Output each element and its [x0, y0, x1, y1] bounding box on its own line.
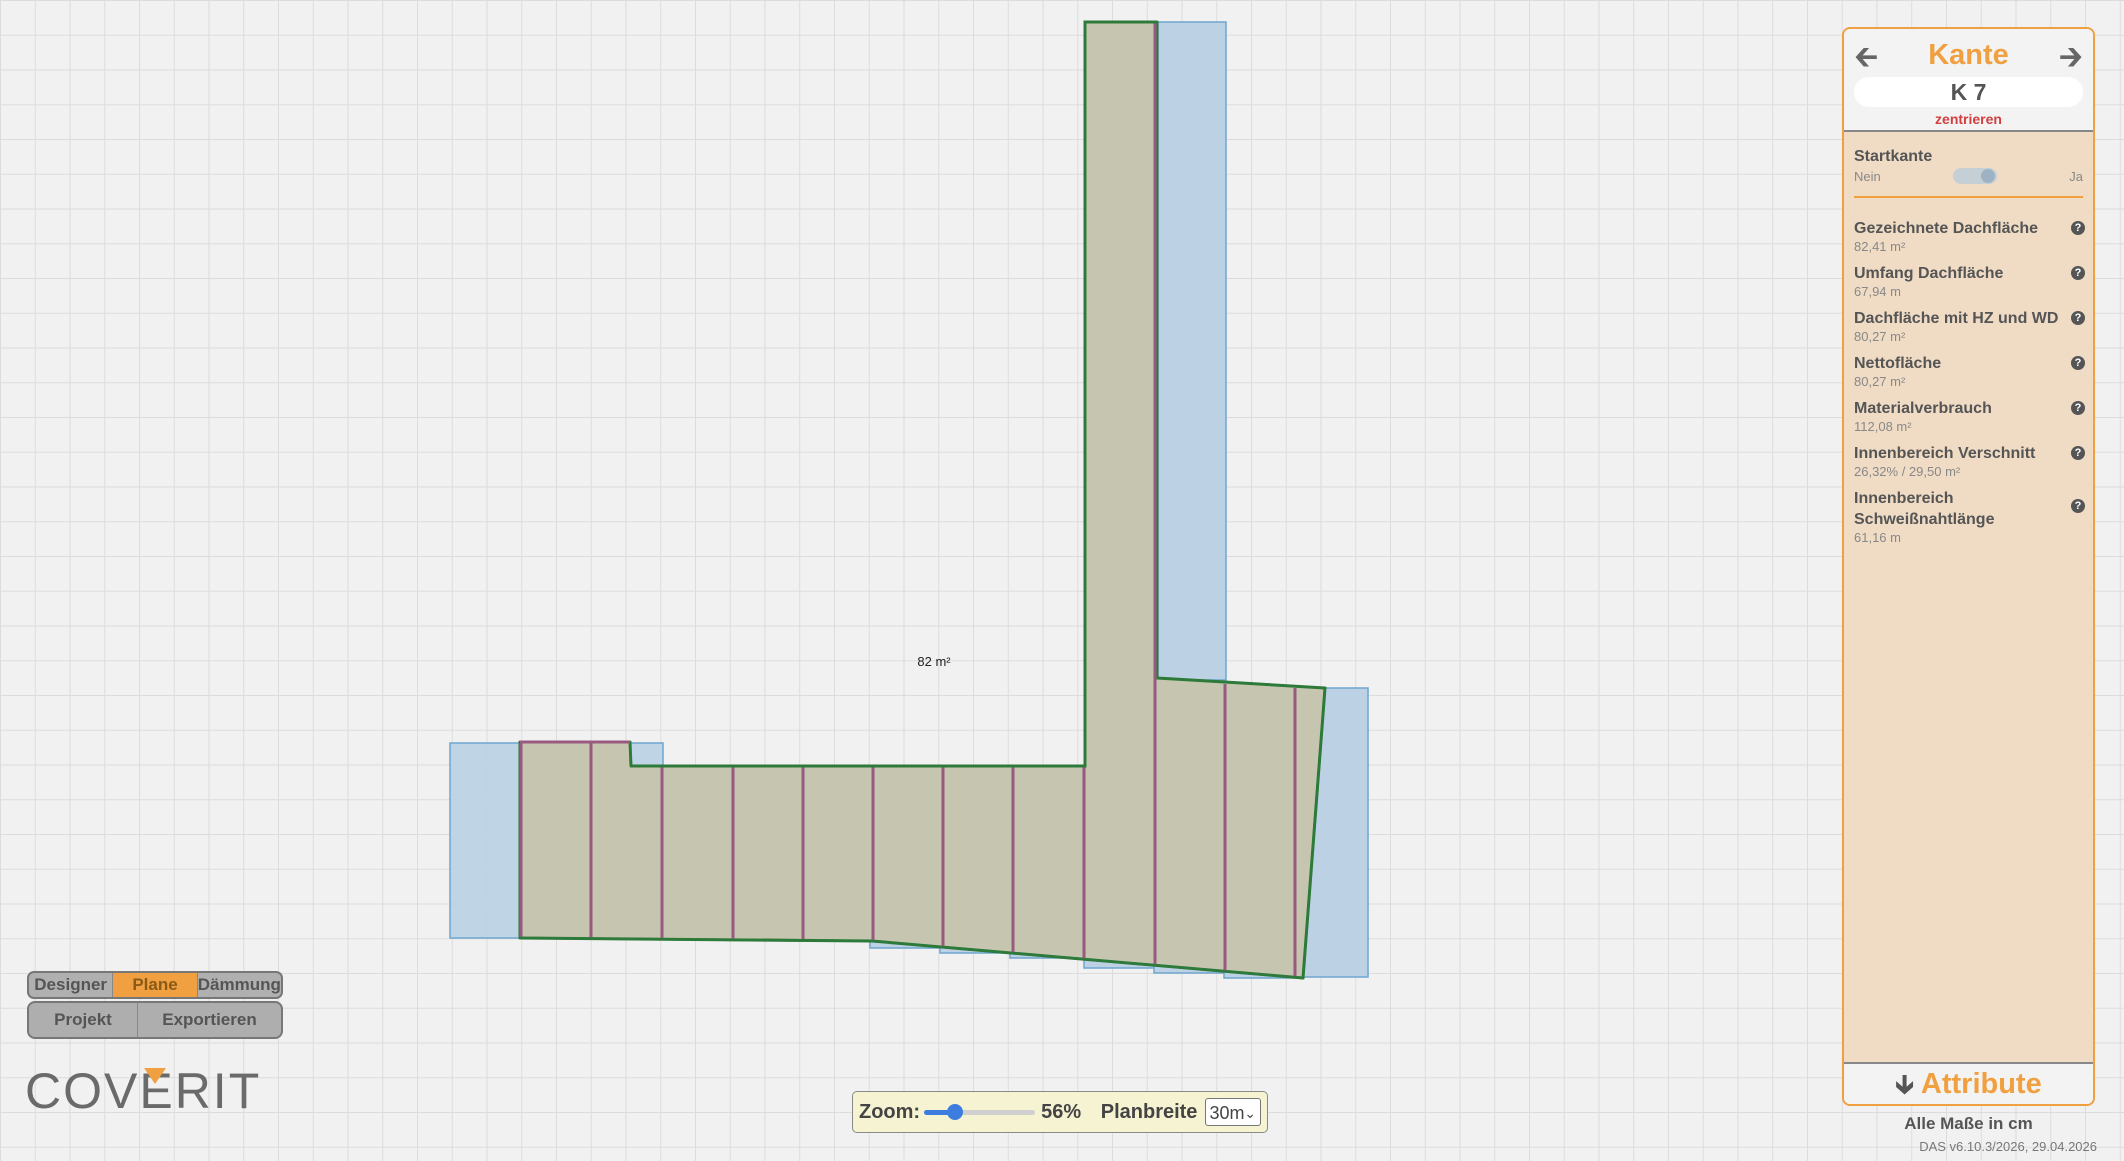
mode-daemmung-button[interactable]: Dämmung [198, 973, 281, 997]
stat-item: Nettofläche 80,27 m² ? [1844, 353, 2093, 390]
units-note: Alle Maße in cm [1904, 1114, 2033, 1133]
planbreite-value: 30m [1209, 1103, 1245, 1123]
zoom-slider-thumb[interactable] [947, 1104, 964, 1120]
help-icon[interactable]: ? [2071, 446, 2085, 460]
attribute-button[interactable]: 🡳 Attribute [1844, 1062, 2093, 1104]
exportieren-button[interactable]: Exportieren [138, 1003, 281, 1037]
divider [1854, 196, 2083, 198]
coverit-logo: COVERIT [25, 1063, 261, 1116]
startkante-off-label: Nein [1854, 168, 1881, 184]
panel-header: 🡰 Kante 🡲 K 7 zentrieren [1844, 29, 2093, 132]
projekt-button[interactable]: Projekt [29, 1003, 138, 1037]
version-text: DAS v6.10.3/2026, 29.04.2026 [1919, 1139, 2097, 1154]
zoom-label: Zoom: [859, 1100, 921, 1123]
stat-item: Innenbereich Verschnitt 26,32% / 29,50 m… [1844, 443, 2093, 480]
panel-title: Kante [1928, 39, 2009, 71]
zoom-value: 56% [1041, 1100, 1082, 1123]
help-icon[interactable]: ? [2071, 401, 2085, 415]
planbreite-select[interactable]: 30m ⌄ [1205, 1098, 1261, 1126]
startkante-label: Startkante [1854, 148, 1933, 165]
edge-id: K 7 [1854, 77, 2083, 107]
action-buttons: Projekt Exportieren [27, 1001, 283, 1039]
roof-edge[interactable] [631, 20, 1157, 768]
planbreite-label: Planbreite [1100, 1100, 1198, 1123]
roof-plan-canvas[interactable]: 82 m² [0, 0, 2124, 1161]
help-icon[interactable]: ? [2071, 356, 2085, 370]
edge-panel: 🡰 Kante 🡲 K 7 zentrieren Startkante Nein… [1842, 27, 2095, 1106]
help-icon[interactable]: ? [2071, 266, 2085, 280]
mode-designer-button[interactable]: Designer [29, 973, 114, 997]
center-link[interactable]: zentrieren [1844, 111, 2093, 127]
stat-item: Umfang Dachfläche 67,94 m ? [1844, 263, 2093, 300]
startkante-toggle[interactable] [1953, 168, 1997, 184]
mode-plane-button[interactable]: Plane [113, 973, 198, 997]
logo-text: COVERIT [25, 1063, 261, 1116]
arrow-down-icon: 🡳 [1895, 1069, 1914, 1099]
help-icon[interactable]: ? [2071, 499, 2085, 513]
zoom-bar: Zoom: 56% Planbreite 30m ⌄ [852, 1091, 1268, 1133]
stats-list: Gezeichnete Dachfläche 82,41 m² ? Umfang… [1844, 218, 2093, 546]
stat-item: Gezeichnete Dachfläche 82,41 m² ? [1844, 218, 2093, 255]
help-icon[interactable]: ? [2071, 311, 2085, 325]
mode-switcher: Designer Plane Dämmung [27, 971, 283, 999]
help-icon[interactable]: ? [2071, 221, 2085, 235]
area-label: 82 m² [917, 654, 951, 669]
attribute-label: Attribute [1920, 1068, 2042, 1100]
stat-item: Materialverbrauch 112,08 m² ? [1844, 398, 2093, 435]
startkante-section: Startkante Nein Ja [1844, 132, 2093, 184]
sheet-strip [1157, 21, 1227, 681]
arrow-right-icon[interactable]: 🡲 [2059, 43, 2083, 73]
zoom-slider[interactable] [924, 1104, 1036, 1120]
stat-item: Innenbereich Schweißnahtlänge 61,16 m ? [1844, 488, 2093, 546]
stat-item: Dachfläche mit HZ und WD 80,27 m² ? [1844, 308, 2093, 345]
startkante-on-label: Ja [2069, 168, 2083, 184]
chevron-down-icon: ⌄ [1244, 1105, 1256, 1121]
